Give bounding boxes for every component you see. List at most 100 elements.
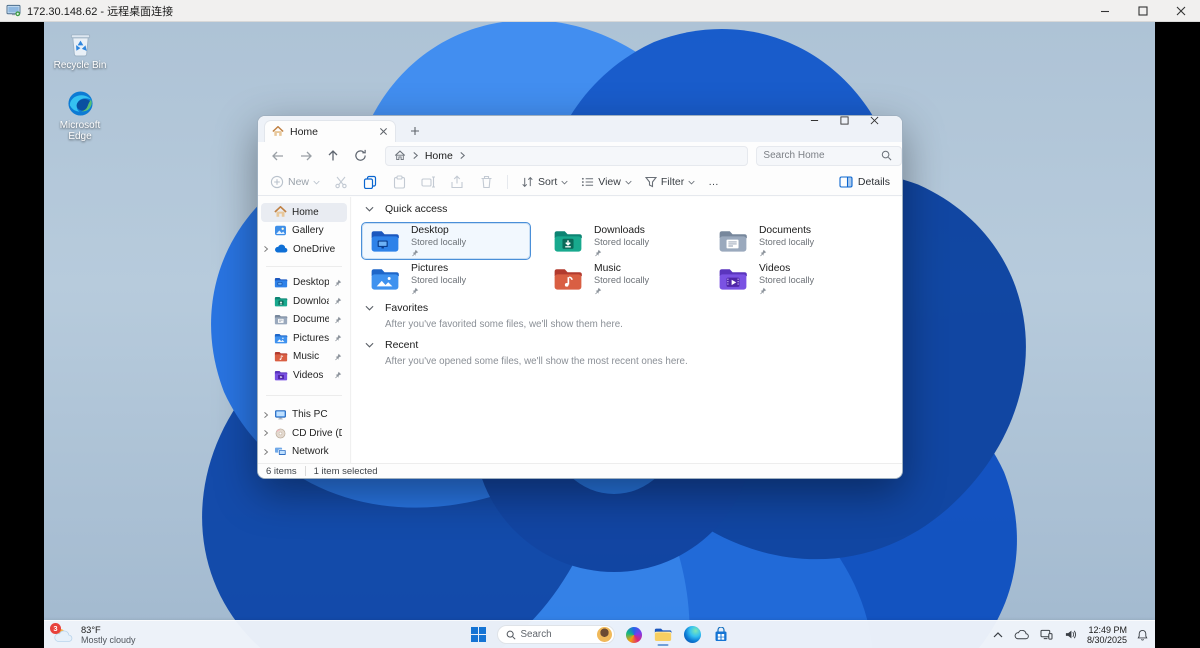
paste-button[interactable] bbox=[391, 174, 407, 190]
tile-documents[interactable]: Documents Stored locally bbox=[709, 222, 879, 260]
sidebar-item-music[interactable]: Music bbox=[261, 348, 347, 367]
explorer-content: Quick access Desktop Stored locally Down… bbox=[352, 197, 902, 463]
microsoft-store-button[interactable] bbox=[712, 621, 730, 648]
rdp-window-title: 172.30.148.62 - 远程桌面连接 bbox=[27, 3, 173, 19]
documents-folder-icon bbox=[274, 314, 288, 325]
network-tray-button[interactable] bbox=[1039, 621, 1054, 648]
address-breadcrumb[interactable]: Home bbox=[385, 146, 749, 166]
explorer-toolbar: New Sort View Filter bbox=[258, 169, 902, 196]
sidebar-item-videos[interactable]: Videos bbox=[261, 366, 347, 385]
sidebar-item-home[interactable]: Home bbox=[261, 203, 347, 222]
up-button[interactable] bbox=[325, 148, 341, 164]
pin-icon bbox=[759, 249, 767, 257]
filter-button[interactable]: Filter bbox=[645, 176, 695, 188]
pin-icon bbox=[334, 353, 342, 361]
taskbar-search[interactable] bbox=[497, 625, 615, 644]
notification-center-button[interactable] bbox=[1136, 621, 1149, 648]
tile-desktop[interactable]: Desktop Stored locally bbox=[361, 222, 531, 260]
forward-button[interactable] bbox=[298, 148, 314, 164]
pictures-folder-icon bbox=[274, 333, 288, 344]
onedrive-tray-button[interactable] bbox=[1013, 621, 1030, 648]
tray-overflow-button[interactable] bbox=[992, 621, 1004, 648]
explorer-search[interactable] bbox=[756, 146, 902, 166]
details-button-label: Details bbox=[858, 176, 890, 188]
section-recent[interactable]: Recent bbox=[365, 339, 418, 351]
refresh-button[interactable] bbox=[353, 148, 369, 164]
filter-button-label: Filter bbox=[661, 176, 684, 188]
sort-button[interactable]: Sort bbox=[521, 176, 568, 188]
sidebar-item-downloads[interactable]: Downloads bbox=[261, 292, 347, 311]
desktop-folder-icon bbox=[370, 229, 400, 253]
edge-button[interactable] bbox=[683, 621, 702, 648]
sidebar-separator bbox=[266, 266, 342, 267]
explorer-search-input[interactable] bbox=[763, 150, 881, 161]
sidebar-item-documents[interactable]: Documents bbox=[261, 311, 347, 330]
section-favorites[interactable]: Favorites bbox=[365, 302, 428, 314]
sidebar-item-label: Desktop bbox=[293, 277, 329, 288]
new-tab-button[interactable] bbox=[406, 122, 424, 140]
edge-icon bbox=[48, 90, 112, 117]
sidebar-item-desktop[interactable]: Desktop bbox=[261, 274, 347, 293]
tile-music[interactable]: Music Stored locally bbox=[544, 260, 714, 298]
desktop-icon-microsoft-edge[interactable]: Microsoft Edge bbox=[48, 90, 112, 142]
copilot-button[interactable] bbox=[625, 621, 643, 648]
explorer-minimize-button[interactable] bbox=[810, 116, 840, 142]
tile-name: Desktop bbox=[411, 225, 466, 236]
new-button[interactable]: New bbox=[270, 175, 320, 189]
section-quick-access[interactable]: Quick access bbox=[365, 203, 447, 215]
file-explorer-button[interactable] bbox=[653, 621, 673, 648]
new-button-label: New bbox=[288, 176, 309, 188]
chevron-down-icon bbox=[365, 342, 374, 348]
sidebar-item-label: OneDrive bbox=[293, 244, 335, 255]
sidebar-item-onedrive[interactable]: OneDrive bbox=[261, 240, 347, 259]
sidebar-item-this-pc[interactable]: This PC bbox=[261, 406, 347, 425]
sidebar-item-gallery[interactable]: Gallery bbox=[261, 222, 347, 241]
tile-name: Pictures bbox=[411, 263, 466, 274]
tile-name: Downloads bbox=[594, 225, 649, 236]
sidebar-item-network[interactable]: Network bbox=[261, 443, 347, 462]
status-selected-count: 1 item selected bbox=[314, 466, 378, 477]
tile-downloads[interactable]: Downloads Stored locally bbox=[544, 222, 714, 260]
share-button[interactable] bbox=[449, 174, 465, 190]
taskbar: 3 83°F Mostly cloudy bbox=[44, 620, 1155, 648]
rdp-minimize-button[interactable] bbox=[1086, 0, 1124, 21]
pin-icon bbox=[411, 249, 419, 257]
pin-icon bbox=[759, 287, 767, 295]
favorites-empty-text: After you've favorited some files, we'll… bbox=[385, 319, 623, 330]
home-icon bbox=[274, 206, 287, 218]
tab-close-button[interactable] bbox=[379, 127, 388, 136]
rdp-maximize-button[interactable] bbox=[1124, 0, 1162, 21]
explorer-maximize-button[interactable] bbox=[840, 116, 870, 142]
sidebar-item-cd-drive[interactable]: CD Drive (D:) CC bbox=[261, 424, 347, 443]
volume-tray-button[interactable] bbox=[1063, 621, 1078, 648]
start-button[interactable] bbox=[470, 621, 487, 648]
cut-button[interactable] bbox=[333, 174, 349, 190]
tile-pictures[interactable]: Pictures Stored locally bbox=[361, 260, 531, 298]
rdp-close-button[interactable] bbox=[1162, 0, 1200, 21]
back-button[interactable] bbox=[270, 148, 286, 164]
sidebar-item-label: Music bbox=[293, 351, 319, 362]
delete-button[interactable] bbox=[478, 174, 494, 190]
copy-button[interactable] bbox=[362, 174, 378, 190]
explorer-close-button[interactable] bbox=[870, 116, 900, 142]
view-button[interactable]: View bbox=[581, 176, 632, 188]
desktop-icon-recycle-bin[interactable]: Recycle Bin bbox=[48, 30, 112, 71]
sort-icon bbox=[521, 176, 534, 188]
more-button[interactable]: … bbox=[708, 176, 719, 188]
sidebar-item-pictures[interactable]: Pictures bbox=[261, 329, 347, 348]
cd-drive-icon bbox=[274, 428, 287, 439]
filter-icon bbox=[645, 176, 657, 188]
breadcrumb-home-icon bbox=[394, 150, 406, 161]
taskbar-search-input[interactable] bbox=[521, 629, 587, 640]
weather-widget[interactable]: 3 83°F Mostly cloudy bbox=[52, 623, 136, 647]
sidebar-item-label: CD Drive (D:) CC bbox=[292, 428, 342, 439]
tile-videos[interactable]: Videos Stored locally bbox=[709, 260, 879, 298]
sort-button-label: Sort bbox=[538, 176, 557, 188]
taskbar-clock[interactable]: 12:49 PM 8/30/2025 bbox=[1087, 625, 1127, 645]
breadcrumb-item-home[interactable]: Home bbox=[425, 150, 453, 162]
sidebar-item-label: Videos bbox=[293, 370, 323, 381]
tab-home[interactable]: Home bbox=[264, 120, 396, 142]
details-button[interactable]: Details bbox=[839, 176, 890, 188]
rename-button[interactable] bbox=[420, 174, 436, 190]
chevron-right-icon bbox=[459, 151, 466, 160]
